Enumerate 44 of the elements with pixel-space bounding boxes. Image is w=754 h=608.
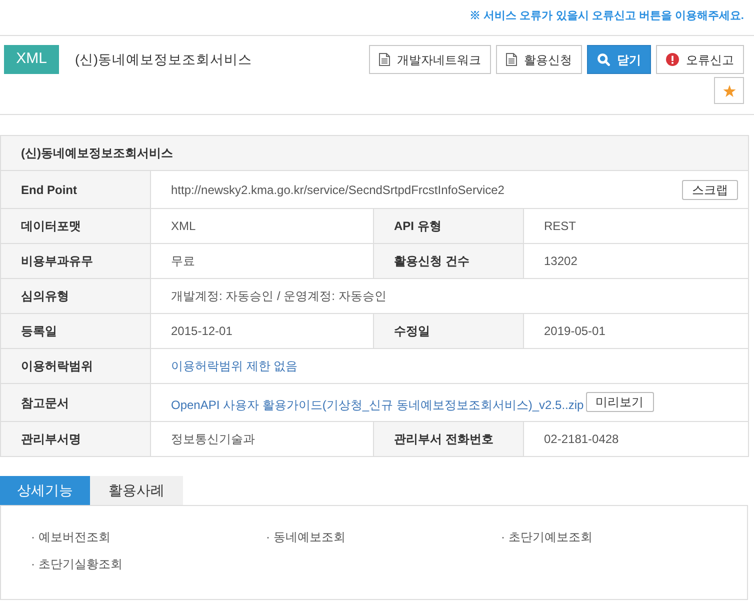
notice-text: ※ 서비스 오류가 있을시 오류신고 버튼을 이용해주세요. — [470, 8, 744, 24]
feature-link[interactable]: · 동네예보조회 — [266, 528, 346, 546]
header-button[interactable]: 개발자네트워크 — [369, 45, 491, 74]
field-label: End Point — [0, 170, 150, 208]
field-value: http://newsky2.kma.go.kr/service/SecndSrtpdFrcstInfoService2 — [171, 182, 504, 198]
field-value: 2015-12-01 — [171, 324, 232, 338]
header-button[interactable]: 오류신고 — [656, 45, 744, 74]
field-value: XML — [171, 219, 196, 233]
alert-icon — [666, 53, 679, 66]
feature-link[interactable]: · 초단기예보조회 — [501, 528, 592, 546]
favorite-button[interactable] — [714, 77, 744, 104]
field-value: 13202 — [544, 254, 578, 268]
field-value: 02-2181-0428 — [544, 432, 619, 446]
action-button[interactable]: 미리보기 — [586, 392, 654, 412]
field-label: 관리부서 전화번호 — [374, 422, 524, 456]
field-label: 비용부과유무 — [0, 244, 150, 278]
header-button[interactable]: 활용신청 — [496, 45, 582, 74]
field-label: 참고문서 — [0, 384, 150, 422]
service-title: (신)동네예보정보조회서비스 — [75, 51, 252, 69]
field-label: 등록일 — [0, 314, 150, 348]
table-title: (신)동네예보정보조회서비스 — [0, 136, 748, 170]
tab[interactable]: 활용사례 — [90, 476, 183, 505]
field-value: 정보통신기술과 — [171, 432, 255, 446]
field-value: 무료 — [171, 254, 195, 268]
field-label: 심의유형 — [0, 278, 150, 314]
field-label: 이용허락범위 — [0, 348, 150, 384]
field-value: REST — [544, 219, 576, 233]
value-link[interactable]: OpenAPI 사용자 활용가이드(기상청_신규 동네예보정보조회서비스)_v2.5..zip — [171, 398, 584, 412]
feature-link[interactable]: · 예보버전조회 — [31, 528, 110, 546]
star-icon — [722, 84, 736, 96]
action-button[interactable]: 스크랩 — [682, 180, 738, 200]
field-label: 데이터포맷 — [0, 208, 150, 244]
field-label: 활용신청 건수 — [374, 244, 524, 278]
field-label: 관리부서명 — [0, 422, 150, 456]
search-icon — [597, 53, 610, 66]
field-label: 수정일 — [374, 314, 524, 348]
document-icon — [506, 53, 517, 66]
format-badge: XML — [4, 45, 59, 74]
field-label: API 유형 — [374, 208, 524, 244]
value-link[interactable]: 이용허락범위 제한 없음 — [171, 359, 298, 373]
field-value: 개발계정: 자동승인 / 운영계정: 자동승인 — [171, 289, 386, 303]
field-value: 2019-05-01 — [544, 324, 606, 338]
feature-link[interactable]: · 초단기실황조회 — [31, 555, 122, 573]
document-icon — [379, 53, 390, 66]
